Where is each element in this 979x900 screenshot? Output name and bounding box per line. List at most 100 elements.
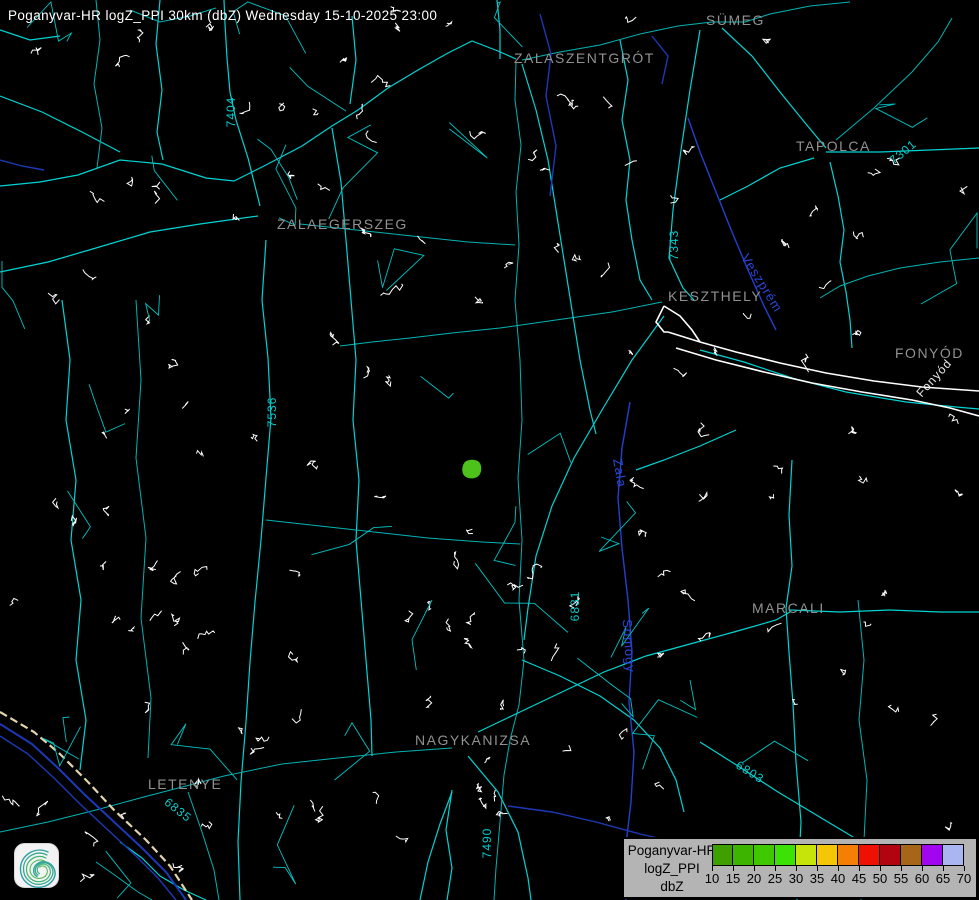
settlement-glyph <box>683 147 694 155</box>
settlement-glyph <box>470 131 486 139</box>
settlement-glyph <box>477 783 482 792</box>
settlement-glyph <box>601 263 610 278</box>
road-line <box>120 842 206 900</box>
settlement-glyph <box>446 619 450 632</box>
settlement-glyph <box>494 790 496 801</box>
settlement-glyph <box>768 623 782 632</box>
settlement-glyph <box>743 313 751 318</box>
color-scale-cell <box>733 844 754 866</box>
settlement-glyph <box>882 591 887 596</box>
settlement-glyph <box>658 570 671 577</box>
settlement-glyph <box>240 102 250 114</box>
settlement-glyph <box>364 367 370 378</box>
settlement-glyph <box>90 191 105 202</box>
minor-road-line <box>273 805 296 884</box>
settlement-glyph <box>168 360 178 369</box>
road-line <box>266 520 520 544</box>
settlement-glyph <box>625 161 637 166</box>
county-river-line <box>540 14 556 196</box>
settlement-glyph <box>396 836 408 842</box>
settlement-glyph <box>557 94 574 105</box>
settlement-glyph <box>569 104 578 109</box>
town-label: LETENYE <box>148 776 222 792</box>
settlement-glyph <box>385 375 390 386</box>
settlement-glyph <box>100 561 106 570</box>
road-line <box>720 158 814 200</box>
town-label: FONYÓD <box>895 345 964 361</box>
road-line <box>156 0 163 160</box>
settlement-glyph <box>630 477 644 488</box>
settlement-glyph <box>625 17 636 22</box>
road-line <box>722 28 826 148</box>
settlement-glyph <box>2 796 19 806</box>
road-line <box>0 96 120 152</box>
settlement-glyph <box>36 801 47 816</box>
road-line <box>238 240 271 900</box>
settlement-glyph <box>194 567 207 576</box>
color-scale-cell <box>775 844 796 866</box>
settlement-glyph <box>371 76 390 87</box>
road-line <box>494 62 524 900</box>
settlement-glyph <box>674 368 687 376</box>
settlement-glyph <box>848 427 856 434</box>
county-river-line <box>0 160 44 170</box>
road-line <box>420 792 452 900</box>
settlement-glyph <box>507 583 523 590</box>
settlement-glyph <box>103 506 109 516</box>
minor-road-line <box>335 723 370 780</box>
settlement-glyph <box>198 631 215 639</box>
settlement-glyph <box>859 476 868 483</box>
road-number-label: 7404 <box>224 97 238 128</box>
settlement-glyph <box>80 874 94 882</box>
settlement-glyph <box>102 432 106 438</box>
settlement-glyph <box>10 598 19 605</box>
settlement-glyph <box>137 30 143 42</box>
color-scale-cell <box>859 844 880 866</box>
settlement-glyph <box>366 131 377 143</box>
minor-road-line <box>494 2 522 47</box>
settlement-glyph <box>852 330 861 335</box>
settlement-glyph <box>53 498 58 508</box>
town-label: KESZTHELY <box>668 288 762 304</box>
settlement-glyph <box>426 696 432 708</box>
road-line <box>96 862 152 900</box>
settlement-glyph <box>501 700 504 710</box>
settlement-glyph <box>606 817 611 822</box>
road-line <box>522 64 596 434</box>
settlement-glyph <box>171 572 181 584</box>
spiral-logo <box>14 843 59 888</box>
settlement-glyph <box>955 490 962 496</box>
minor-road-line <box>290 67 346 111</box>
minor-road-line <box>743 741 808 762</box>
settlement-glyph <box>931 714 938 726</box>
minor-road-line <box>276 145 296 225</box>
color-scale-cell <box>712 844 733 866</box>
town-label: ZALAEGERSZEG <box>277 216 408 232</box>
road-line <box>786 460 801 900</box>
settlement-glyph <box>310 800 315 812</box>
minor-road-line <box>89 384 125 432</box>
settlement-glyph <box>770 494 775 499</box>
road-line <box>94 0 102 168</box>
settlement-glyph <box>313 109 319 115</box>
town-label: MARCALI <box>752 600 825 616</box>
settlement-glyph <box>782 239 790 248</box>
road-line <box>62 300 86 770</box>
settlement-glyph <box>853 232 863 239</box>
settlement-glyph <box>128 627 134 631</box>
settlement-glyph <box>868 169 880 175</box>
settlement-glyph <box>773 466 782 474</box>
minor-road-line <box>312 526 392 554</box>
minor-road-line <box>63 717 70 742</box>
town-label: SÜMEG <box>706 12 765 28</box>
settlement-glyph <box>446 22 452 26</box>
road-line <box>340 302 662 346</box>
settlement-glyph <box>540 169 550 171</box>
town-label: NAGYKANIZSA <box>415 732 531 748</box>
settlement-glyph <box>496 811 507 816</box>
road-line <box>524 316 664 640</box>
settlement-glyph <box>154 191 159 204</box>
settlement-glyph <box>563 745 571 751</box>
settlement-glyph <box>889 705 899 712</box>
minor-road-line <box>378 249 424 291</box>
